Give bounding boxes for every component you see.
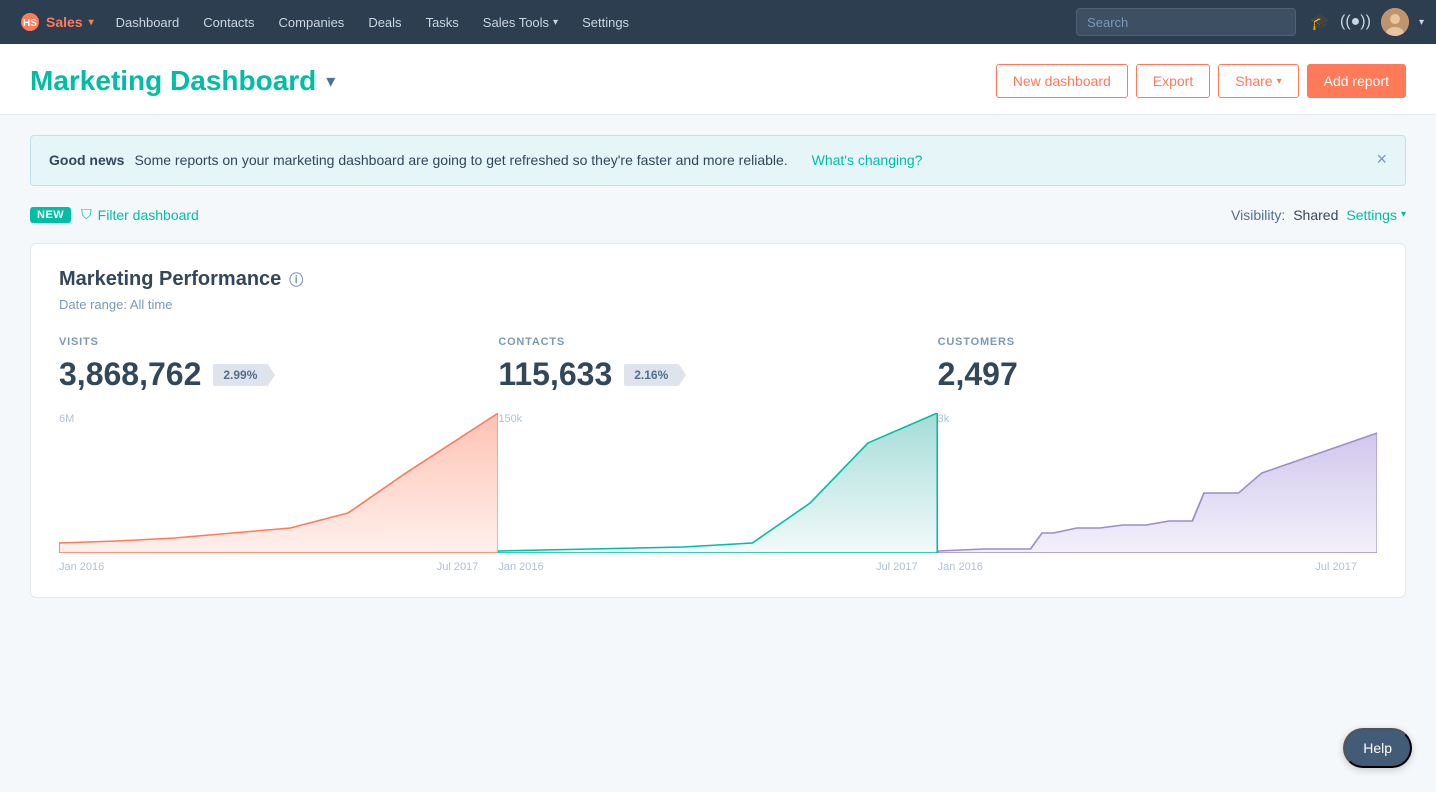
contacts-value-row: 115,633 2.16% (498, 356, 937, 393)
add-report-button[interactable]: Add report (1307, 64, 1406, 98)
nav-deals[interactable]: Deals (358, 0, 411, 44)
customers-x-end: Jul 2017 (1315, 561, 1357, 573)
visits-label: VISITS (59, 336, 498, 348)
filter-left: NEW ⛉ Filter dashboard (30, 206, 199, 223)
new-badge: NEW (30, 207, 71, 223)
svg-text:HS: HS (23, 18, 37, 29)
visits-value: 3,868,762 (59, 356, 201, 393)
info-icon[interactable]: ⓘ (289, 270, 303, 290)
page-title-area: Marketing Dashboard ▾ (30, 65, 335, 97)
contacts-x-start: Jan 2016 (498, 561, 543, 573)
card-title-area: Marketing Performance ⓘ (59, 268, 1377, 291)
notifications-icon[interactable]: ((●)) (1340, 13, 1371, 31)
export-button[interactable]: Export (1136, 64, 1210, 98)
header-actions: New dashboard Export Share ▾ Add report (996, 64, 1406, 98)
customers-chart: 3k Jan 2016 Jul 2017 (938, 413, 1377, 573)
customers-value: 2,497 (938, 356, 1018, 393)
nav-contacts[interactable]: Contacts (193, 0, 264, 44)
new-dashboard-button[interactable]: New dashboard (996, 64, 1128, 98)
alert-link[interactable]: What's changing? (812, 150, 923, 171)
customers-metric: CUSTOMERS 2,497 3k (938, 336, 1377, 573)
marketing-performance-card: Marketing Performance ⓘ Date range: All … (30, 243, 1406, 598)
brand-chevron[interactable]: ▾ (89, 17, 94, 28)
main-nav: HS Sales ▾ Dashboard Contacts Companies … (0, 0, 1436, 44)
visibility-label: Visibility: (1231, 207, 1285, 223)
share-button[interactable]: Share ▾ (1218, 64, 1298, 98)
alert-body: Good news Some reports on your marketing… (49, 150, 922, 171)
visits-metric: VISITS 3,868,762 2.99% 6M (59, 336, 498, 573)
visits-badge: 2.99% (213, 364, 267, 386)
visits-x-start: Jan 2016 (59, 561, 104, 573)
info-alert: Good news Some reports on your marketing… (30, 135, 1406, 186)
contacts-value: 115,633 (498, 356, 612, 393)
contacts-x-end: Jul 2017 (876, 561, 918, 573)
contacts-badge: 2.16% (624, 364, 678, 386)
nav-dashboard[interactable]: Dashboard (106, 0, 190, 44)
contacts-label: CONTACTS (498, 336, 937, 348)
alert-close-button[interactable]: × (1376, 150, 1387, 168)
alert-label: Good news (49, 150, 124, 171)
settings-chevron: ▾ (1401, 209, 1406, 220)
page-title-chevron[interactable]: ▾ (326, 71, 335, 92)
page-header: Marketing Dashboard ▾ New dashboard Expo… (0, 44, 1436, 115)
filter-right: Visibility: Shared Settings ▾ (1231, 207, 1406, 223)
visits-x-end: Jul 2017 (437, 561, 479, 573)
card-title-text: Marketing Performance (59, 268, 281, 291)
search-input[interactable] (1076, 8, 1296, 36)
customers-x-start: Jan 2016 (938, 561, 983, 573)
contacts-metric: CONTACTS 115,633 2.16% 150k (498, 336, 937, 573)
visibility-value: Shared (1293, 207, 1338, 223)
academy-icon[interactable]: 🎓 (1310, 12, 1330, 32)
contacts-chart: 150k Jan 2016 Jul 2017 (498, 413, 937, 573)
page-title: Marketing Dashboard (30, 65, 316, 97)
share-chevron: ▾ (1277, 76, 1282, 87)
user-avatar[interactable] (1381, 8, 1409, 36)
nav-tasks[interactable]: Tasks (416, 0, 469, 44)
metrics-grid: VISITS 3,868,762 2.99% 6M (59, 336, 1377, 573)
nav-right-icons: 🎓 ((●)) ▾ (1310, 8, 1424, 36)
filter-dashboard-button[interactable]: ⛉ Filter dashboard (81, 206, 199, 223)
nav-settings[interactable]: Settings (572, 0, 639, 44)
settings-button[interactable]: Settings ▾ (1346, 207, 1406, 223)
help-button[interactable]: Help (1343, 728, 1412, 768)
nav-sales-tools[interactable]: Sales Tools ▾ (473, 0, 568, 44)
user-menu-chevron[interactable]: ▾ (1419, 17, 1424, 28)
nav-companies[interactable]: Companies (269, 0, 355, 44)
customers-value-row: 2,497 (938, 356, 1377, 393)
alert-message: Some reports on your marketing dashboard… (134, 150, 787, 171)
visits-value-row: 3,868,762 2.99% (59, 356, 498, 393)
filter-icon: ⛉ (81, 206, 92, 223)
customers-label: CUSTOMERS (938, 336, 1377, 348)
brand-logo[interactable]: HS Sales ▾ (12, 12, 102, 32)
brand-label: Sales (46, 14, 83, 30)
main-content: Good news Some reports on your marketing… (0, 115, 1436, 618)
filter-bar: NEW ⛉ Filter dashboard Visibility: Share… (30, 206, 1406, 223)
sales-tools-chevron: ▾ (553, 17, 558, 28)
visits-chart: 6M Jan 2016 Jul 2017 (59, 413, 498, 573)
date-range: Date range: All time (59, 297, 1377, 312)
